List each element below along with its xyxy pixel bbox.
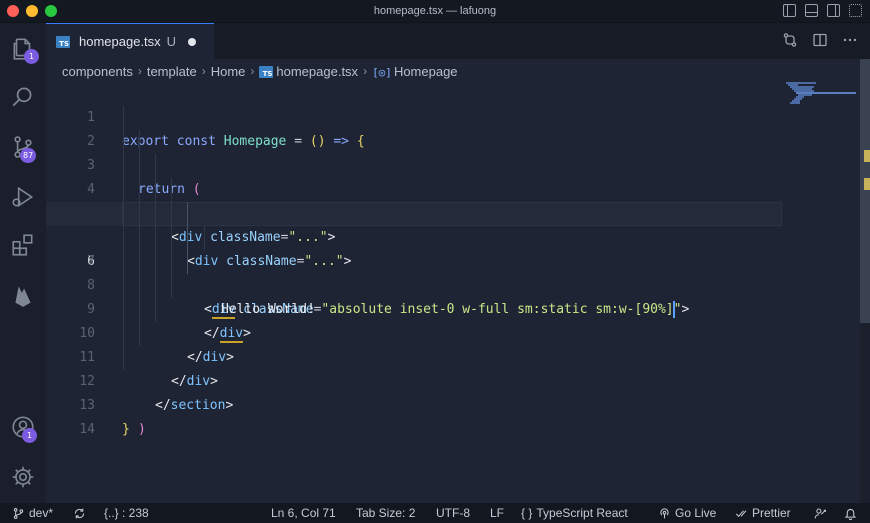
sync-icon <box>74 508 85 518</box>
code-line[interactable]: 3 <section className="..."> <box>46 130 860 221</box>
notifications-button[interactable] <box>844 503 857 523</box>
code-line[interactable]: 8 </div> <box>46 250 860 343</box>
toggle-panel-icon[interactable] <box>805 4 818 17</box>
scrollbar-thumb[interactable] <box>860 59 870 323</box>
minimize-window-button[interactable] <box>26 5 38 17</box>
more-actions-icon[interactable] <box>842 32 858 48</box>
typescript-file-icon: TS <box>259 65 274 78</box>
explorer-badge: 1 <box>24 49 39 64</box>
breadcrumb-item-home[interactable]: Home <box>211 64 246 79</box>
prettier-button[interactable]: Prettier <box>735 503 791 523</box>
breadcrumb-item-template[interactable]: template <box>147 64 197 79</box>
tab-untracked-status: U <box>166 34 177 49</box>
extensions-icon[interactable] <box>9 231 37 259</box>
code-line-current[interactable]: 6 <div className="absolute inset-0 w-ful… <box>46 202 782 319</box>
code-line[interactable]: 5 <div className="..."> <box>46 178 860 269</box>
toggle-primary-sidebar-icon[interactable] <box>783 4 796 17</box>
breadcrumb: components › template › Home › TS homepag… <box>62 62 458 80</box>
breadcrumb-item-file[interactable]: TS homepage.tsx <box>259 64 358 79</box>
code-line[interactable]: 11 </section> <box>46 322 860 413</box>
sync-button[interactable] <box>73 503 86 523</box>
go-live-button[interactable]: Go Live <box>658 503 716 523</box>
code-line[interactable]: 2 return ( <box>46 106 860 197</box>
code-line[interactable]: 1 export const Homepage = () => { <box>46 82 860 149</box>
chevron-right-icon: › <box>250 64 255 78</box>
code-line[interactable]: 4 <div className="..."> <box>46 154 860 245</box>
cursor-position[interactable]: Ln 6, Col 71 <box>271 503 336 523</box>
layout-controls <box>783 4 862 17</box>
explorer-icon[interactable]: 1 <box>9 35 39 64</box>
status-bar: dev* {..} : 238 Ln 6, Col 71 Tab Size: 2… <box>0 503 870 523</box>
breadcrumb-item-components[interactable]: components <box>62 64 133 79</box>
branch-name: dev* <box>29 506 54 520</box>
scrollbar-marker <box>864 178 870 190</box>
tab-bar: TS homepage.tsx U <box>46 23 870 59</box>
chevron-right-icon: › <box>201 64 206 78</box>
toggle-secondary-sidebar-icon[interactable] <box>827 4 840 17</box>
braces-icon: { } <box>521 506 533 520</box>
scrollbar-marker <box>864 150 870 162</box>
editor-actions <box>782 32 858 48</box>
chevron-right-icon: › <box>137 64 142 78</box>
window-controls <box>7 5 57 17</box>
settings-gear-icon[interactable] <box>9 463 37 491</box>
chevron-right-icon: › <box>363 64 368 78</box>
code-line[interactable]: 12 ) <box>46 346 860 437</box>
bell-icon <box>844 508 857 520</box>
accounts-badge: 1 <box>22 428 37 443</box>
end-of-line[interactable]: LF <box>490 503 504 523</box>
open-changes-icon[interactable] <box>782 32 798 48</box>
run-and-debug-icon[interactable] <box>9 183 37 211</box>
split-editor-icon[interactable] <box>812 32 828 48</box>
breadcrumb-item-symbol[interactable]: [◎] Homepage <box>372 64 457 79</box>
close-window-button[interactable] <box>7 5 19 17</box>
title-bar: homepage.tsx — lafuong <box>0 0 870 23</box>
code-line[interactable]: 13 } <box>46 370 860 437</box>
tab-homepage-tsx[interactable]: TS homepage.tsx U <box>46 23 214 59</box>
code-line[interactable]: 7 Hello World! <box>46 226 860 317</box>
source-control-badge: 87 <box>20 148 37 163</box>
broadcast-icon <box>660 507 669 518</box>
git-branch-icon <box>13 507 24 519</box>
unsaved-dot-icon[interactable] <box>188 37 197 46</box>
window-title: homepage.tsx — lafuong <box>373 5 497 17</box>
source-control-icon[interactable]: 87 <box>9 133 37 163</box>
maximize-window-button[interactable] <box>45 5 57 17</box>
accounts-icon[interactable]: 1 <box>9 413 37 443</box>
line-number: 14 <box>79 422 95 437</box>
feedback-button[interactable] <box>814 503 827 523</box>
person-feedback-icon <box>814 508 826 518</box>
minimap[interactable] <box>786 82 858 106</box>
search-icon[interactable] <box>9 83 37 111</box>
symbol-variable-icon: [◎] <box>372 65 392 79</box>
typescript-file-icon: TS <box>56 35 70 48</box>
code-line[interactable]: 14 <box>46 394 860 437</box>
code-editor[interactable]: 1 export const Homepage = () => { 2 retu… <box>46 80 860 503</box>
encoding[interactable]: UTF-8 <box>436 503 470 523</box>
firebase-icon[interactable] <box>9 281 37 309</box>
language-mode[interactable]: { } TypeScript React <box>521 503 628 523</box>
customize-layout-icon[interactable] <box>849 4 862 17</box>
tab-size[interactable]: Tab Size: 2 <box>356 503 415 523</box>
code-line[interactable]: 10 </div> <box>46 298 860 389</box>
tab-label: homepage.tsx <box>79 34 161 49</box>
json-outline-info[interactable]: {..} : 238 <box>104 503 149 523</box>
branch-indicator[interactable]: dev* <box>12 503 53 523</box>
double-check-icon <box>735 509 747 517</box>
code-line[interactable]: 9 </div> <box>46 274 860 365</box>
activity-bar: 1 87 1 <box>0 23 46 503</box>
